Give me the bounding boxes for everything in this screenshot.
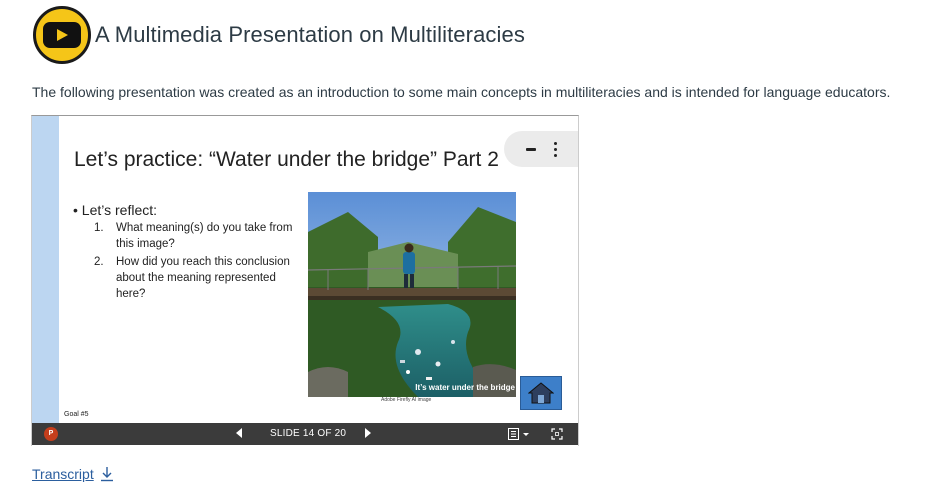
slide: Let’s practice: “Water under the bridge”… — [32, 116, 578, 423]
more-options-icon[interactable] — [553, 141, 557, 157]
question-list: 1. What meaning(s) do you take from this… — [94, 220, 304, 304]
transcript-link[interactable]: Transcript — [32, 466, 114, 482]
slide-bullet: • Let’s reflect: — [73, 202, 158, 218]
previous-slide-button[interactable] — [236, 428, 242, 438]
minimize-icon[interactable] — [525, 147, 536, 151]
next-slide-button[interactable] — [365, 428, 371, 438]
intro-text: The following presentation was created a… — [32, 84, 891, 100]
slide-indicator: SLIDE 14 OF 20 — [270, 428, 347, 439]
download-icon[interactable] — [100, 466, 114, 482]
slide-title: Let’s practice: “Water under the bridge”… — [74, 148, 499, 171]
page-title: A Multimedia Presentation on Multilitera… — [95, 22, 525, 47]
slide-sidebar-decoration — [32, 116, 59, 423]
powerpoint-logo-icon: P — [44, 427, 58, 441]
floating-controls — [504, 131, 578, 167]
list-item: 2. How did you reach this conclusion abo… — [94, 256, 290, 300]
fullscreen-icon — [551, 428, 563, 440]
fullscreen-button[interactable] — [551, 428, 563, 443]
notes-menu-button[interactable] — [508, 428, 530, 443]
page-header: A Multimedia Presentation on Multilitera… — [33, 4, 525, 66]
presentation-toolbar: P SLIDE 14 OF 20 — [32, 423, 578, 445]
youtube-play-icon[interactable] — [33, 6, 91, 64]
image-caption: It’s water under the bridge — [415, 383, 515, 392]
bridge-photo — [308, 192, 516, 397]
slide-footer: Goal #5 — [64, 411, 89, 418]
notes-icon — [508, 428, 529, 440]
presentation-viewer[interactable]: Let’s practice: “Water under the bridge”… — [31, 115, 579, 446]
transcript-label[interactable]: Transcript — [32, 466, 94, 482]
home-button[interactable] — [520, 376, 562, 410]
list-item: 1. What meaning(s) do you take from this… — [94, 222, 293, 250]
home-icon — [528, 382, 554, 404]
image-credit: Adobe Firefly AI image — [381, 397, 432, 403]
